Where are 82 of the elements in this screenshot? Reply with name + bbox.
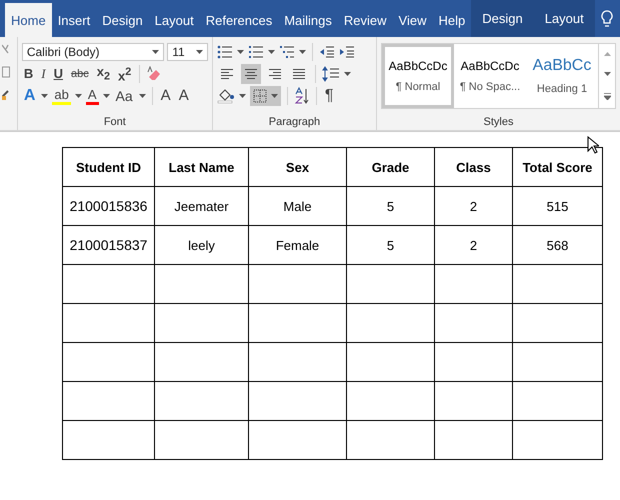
ribbon-tab[interactable]: Layout xyxy=(534,0,595,37)
text-effects-button[interactable]: A xyxy=(22,88,38,104)
bullets-icon[interactable] xyxy=(216,45,233,59)
ribbon-tab[interactable]: Mailings xyxy=(278,3,338,37)
decrease-indent-icon[interactable] xyxy=(318,45,335,59)
ribbon-tab[interactable]: Design xyxy=(96,3,149,37)
table-cell: 2100015837 xyxy=(62,226,154,264)
ribbon-tab[interactable]: Layout xyxy=(148,3,200,37)
caret-icon[interactable] xyxy=(41,94,48,98)
caret-icon[interactable] xyxy=(138,94,146,98)
column-header: Class xyxy=(434,148,512,186)
caret-icon xyxy=(196,50,203,54)
copy-icon[interactable] xyxy=(2,65,10,79)
column-header: Grade xyxy=(346,148,434,186)
highlight-button[interactable]: ab xyxy=(52,88,71,104)
column-header: Last Name xyxy=(154,148,248,186)
ribbon-tab[interactable]: References xyxy=(200,3,278,37)
ribbon-tab[interactable]: Review xyxy=(338,3,393,37)
table-cell: 2100015836 xyxy=(62,186,154,226)
format-button[interactable]: abc xyxy=(68,66,91,82)
mouse-pointer-icon xyxy=(587,136,599,154)
ribbon-tab[interactable]: Help xyxy=(432,3,472,37)
column-header: Sex xyxy=(248,148,346,186)
ribbon-tab[interactable]: Insert xyxy=(52,3,96,37)
borders-button[interactable] xyxy=(250,86,281,106)
table-cell: 5 xyxy=(346,226,434,264)
group-label: Font xyxy=(102,116,127,128)
caret-icon[interactable] xyxy=(238,94,246,98)
align-button[interactable] xyxy=(240,64,261,84)
group-label: Paragraph xyxy=(268,116,322,128)
scroll-down-icon[interactable] xyxy=(604,72,610,76)
align-icon xyxy=(220,67,234,81)
caret-icon[interactable] xyxy=(74,94,82,98)
lightbulb-icon[interactable] xyxy=(600,10,613,28)
align-icon xyxy=(268,67,282,81)
font-size-dropdown[interactable]: 11 xyxy=(167,43,208,61)
table-cell: 568 xyxy=(512,226,602,264)
format-button[interactable]: U xyxy=(52,66,65,82)
table-cell: Jeemater xyxy=(154,186,248,226)
format-button[interactable]: B xyxy=(22,66,36,82)
line-spacing-icon[interactable] xyxy=(322,66,340,82)
grow-font-button[interactable]: A xyxy=(158,88,173,104)
caret-icon[interactable] xyxy=(102,94,110,98)
format-button[interactable]: x$_{2}$ xyxy=(94,64,112,84)
align-icon xyxy=(244,67,258,81)
shrink-font-button[interactable]: A xyxy=(176,88,191,104)
font-name-dropdown[interactable]: Calibri (Body) xyxy=(22,43,164,61)
align-icon xyxy=(292,67,306,81)
format-button[interactable]: x$^{2}$ xyxy=(116,64,134,84)
style-item[interactable]: AaBbCcDc ¶ No Spac... xyxy=(454,44,526,108)
table-cell: 2 xyxy=(434,226,512,264)
table-cell: Female xyxy=(248,226,346,264)
shading-icon[interactable] xyxy=(216,88,235,104)
style-item[interactable]: AaBbCc Heading 1 xyxy=(526,44,598,108)
sort-icon[interactable] xyxy=(294,87,310,105)
column-header: Student ID xyxy=(62,148,154,186)
expand-gallery-icon[interactable] xyxy=(604,92,610,100)
caret-icon[interactable] xyxy=(236,50,244,54)
style-item[interactable]: AaBbCcDc ¶ Normal xyxy=(382,44,454,108)
group-label: Styles xyxy=(482,116,514,128)
multilevel-list-icon[interactable] xyxy=(278,45,295,59)
ribbon-tab[interactable]: Home xyxy=(5,3,52,37)
table-cell: 2 xyxy=(434,186,512,226)
caret-icon xyxy=(270,94,278,98)
caret-icon xyxy=(152,50,160,54)
numbering-icon[interactable] xyxy=(248,45,264,59)
eraser-icon[interactable] xyxy=(146,66,162,82)
caret-icon[interactable] xyxy=(298,50,306,54)
change-case-button[interactable]: Aa xyxy=(114,88,135,104)
ribbon-tab[interactable]: View xyxy=(392,3,432,37)
format-button[interactable]: I xyxy=(39,66,48,82)
caret-icon[interactable] xyxy=(268,50,275,54)
caret-icon[interactable] xyxy=(344,72,351,76)
ribbon-tab[interactable]: Design xyxy=(471,0,534,37)
borders-icon xyxy=(252,89,267,103)
table-cell: leely xyxy=(154,226,248,264)
table-cell: 5 xyxy=(346,186,434,226)
increase-indent-icon[interactable] xyxy=(338,45,355,59)
show-marks-button[interactable]: ¶ xyxy=(322,88,336,104)
table-cell: 515 xyxy=(512,186,602,226)
table-cell: Male xyxy=(248,186,346,226)
font-color-button[interactable]: A xyxy=(86,88,99,104)
